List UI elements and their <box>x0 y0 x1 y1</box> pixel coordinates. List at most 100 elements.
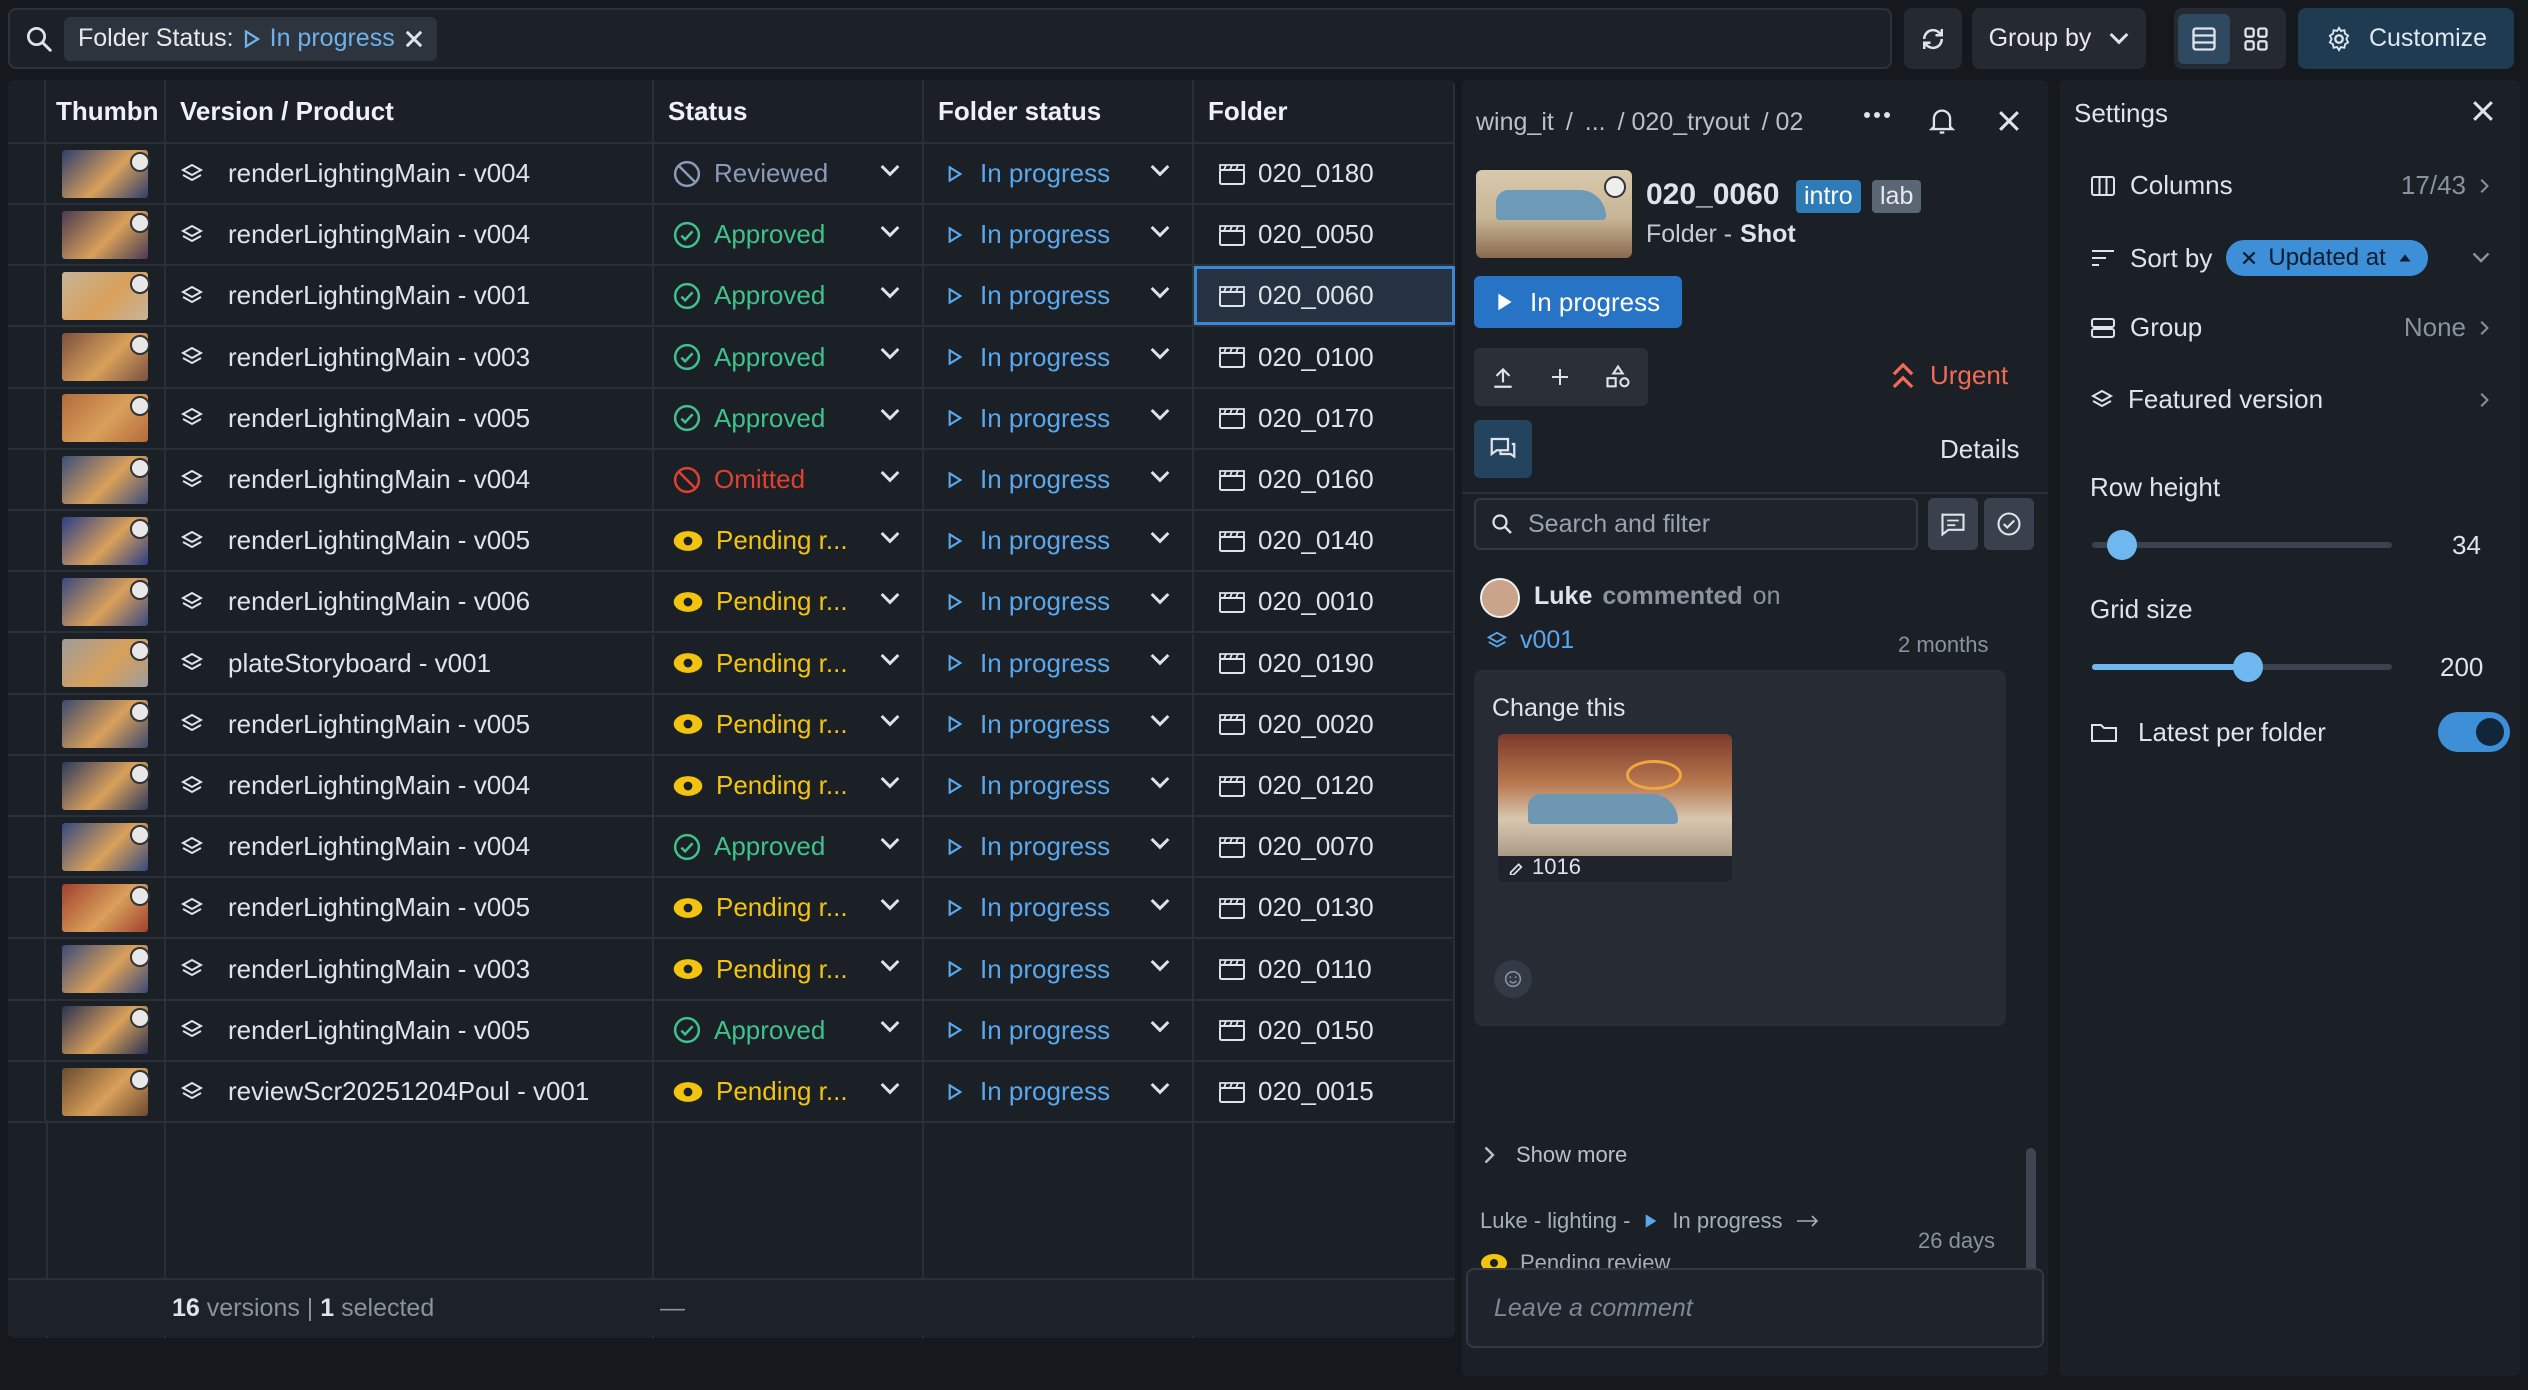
play-icon[interactable] <box>1604 176 1626 198</box>
version-thumbnail[interactable] <box>62 394 150 443</box>
version-cell[interactable]: renderLightingMain - v004 <box>166 144 654 203</box>
breadcrumb-folder[interactable]: / 020_tryout <box>1618 108 1750 137</box>
folder-cell[interactable]: 020_0050 <box>1194 205 1455 265</box>
table-row[interactable]: renderLightingMain - v003 Pending r... In … <box>8 939 1455 1001</box>
status-button[interactable]: In progress <box>1474 276 1682 328</box>
version-cell[interactable]: renderLightingMain - v005 <box>166 878 654 938</box>
chevron-down-icon[interactable] <box>880 347 900 361</box>
close-icon[interactable] <box>2472 100 2494 122</box>
comment-version-link[interactable]: v001 <box>1486 626 1574 655</box>
bell-icon[interactable] <box>1928 106 1956 136</box>
sort-setting[interactable]: Sort by Updated at <box>2090 240 2490 276</box>
folder-cell[interactable]: 020_0100 <box>1194 327 1455 387</box>
row-handle[interactable] <box>8 388 46 448</box>
play-icon[interactable] <box>130 212 150 233</box>
folder-cell[interactable]: 020_0190 <box>1194 633 1455 693</box>
chevron-down-icon[interactable] <box>1150 898 1170 912</box>
comment-attachment[interactable]: 1016 <box>1498 734 1732 882</box>
folder-cell[interactable]: 020_0130 <box>1194 878 1455 938</box>
version-thumbnail[interactable] <box>62 210 150 259</box>
status-cell[interactable]: Pending r... <box>654 1062 924 1121</box>
thumbnail-cell[interactable] <box>46 1062 166 1121</box>
folder-status-cell[interactable]: In progress <box>924 878 1194 938</box>
play-icon[interactable] <box>130 273 150 294</box>
plus-icon[interactable] <box>1548 365 1572 389</box>
table-row[interactable]: renderLightingMain - v005 Pending r... In … <box>8 694 1455 756</box>
shapes-icon[interactable] <box>1604 363 1632 391</box>
show-more[interactable]: Show more <box>1484 1142 1627 1168</box>
table-row[interactable]: renderLightingMain - v004 Approved In prog… <box>8 817 1455 879</box>
status-cell[interactable]: Approved <box>654 205 924 265</box>
chevron-down-icon[interactable] <box>880 959 900 973</box>
version-cell[interactable]: reviewScr20251204Poul - v001 <box>166 1062 654 1121</box>
folder-status-cell[interactable]: In progress <box>924 388 1194 448</box>
chevron-down-icon[interactable] <box>880 653 900 667</box>
more-icon[interactable] <box>1862 110 1892 120</box>
version-thumbnail[interactable] <box>62 883 150 932</box>
breadcrumb-shot[interactable]: / 02 <box>1762 108 1804 137</box>
chevron-down-icon[interactable] <box>1150 1020 1170 1034</box>
chevron-down-icon[interactable] <box>1150 164 1170 178</box>
breadcrumb-ellipsis[interactable]: ... <box>1585 108 1606 137</box>
row-handle[interactable] <box>8 1000 46 1060</box>
play-icon[interactable] <box>130 396 150 417</box>
chevron-down-icon[interactable] <box>1150 408 1170 422</box>
version-cell[interactable]: renderLightingMain - v005 <box>166 694 654 754</box>
thumbnail-cell[interactable] <box>46 266 166 326</box>
folder-status-cell[interactable]: In progress <box>924 144 1194 203</box>
tag-lab[interactable]: lab <box>1872 180 1922 213</box>
chevron-down-icon[interactable] <box>1150 714 1170 728</box>
folder-status-cell[interactable]: In progress <box>924 1062 1194 1121</box>
version-cell[interactable]: renderLightingMain - v004 <box>166 756 654 815</box>
version-thumbnail[interactable] <box>62 149 150 198</box>
version-cell[interactable]: renderLightingMain - v005 <box>166 388 654 448</box>
row-handle[interactable] <box>8 266 46 326</box>
play-icon[interactable] <box>130 641 150 662</box>
play-icon[interactable] <box>130 335 150 356</box>
check-circle-icon[interactable] <box>1984 498 2034 550</box>
header-status[interactable]: Status <box>654 80 924 142</box>
status-cell[interactable]: Approved <box>654 1000 924 1060</box>
version-cell[interactable]: renderLightingMain - v005 <box>166 1000 654 1060</box>
play-icon[interactable] <box>130 702 150 723</box>
play-icon[interactable] <box>130 1008 150 1029</box>
version-thumbnail[interactable] <box>62 516 150 565</box>
version-thumbnail[interactable] <box>62 1067 150 1116</box>
table-row[interactable]: reviewScr20251204Poul - v001 Pending r...… <box>8 1062 1455 1123</box>
table-row[interactable]: renderLightingMain - v004 Pending r... In … <box>8 756 1455 817</box>
chevron-down-icon[interactable] <box>1150 1082 1170 1096</box>
chevron-down-icon[interactable] <box>1150 959 1170 973</box>
thumbnail-cell[interactable] <box>46 388 166 448</box>
version-cell[interactable]: renderLightingMain - v001 <box>166 266 654 326</box>
status-cell[interactable]: Reviewed <box>654 144 924 203</box>
chevron-down-icon[interactable] <box>1150 776 1170 790</box>
table-row[interactable]: renderLightingMain - v003 Approved In prog… <box>8 327 1455 389</box>
play-icon[interactable] <box>130 824 150 845</box>
row-handle[interactable] <box>8 572 46 632</box>
tab-details[interactable]: Details <box>1940 434 2019 465</box>
status-cell[interactable]: Pending r... <box>654 633 924 693</box>
folder-status-cell[interactable]: In progress <box>924 327 1194 387</box>
folder-cell[interactable]: 020_0180 <box>1194 144 1455 203</box>
version-cell[interactable]: renderLightingMain - v004 <box>166 205 654 265</box>
thumbnail-cell[interactable] <box>46 450 166 509</box>
tag-intro[interactable]: intro <box>1796 180 1861 213</box>
status-cell[interactable]: Approved <box>654 388 924 448</box>
row-handle[interactable] <box>8 633 46 693</box>
play-icon[interactable] <box>130 151 150 172</box>
thumbnail-cell[interactable] <box>46 817 166 877</box>
table-row[interactable]: renderLightingMain - v005 Approved In prog… <box>8 388 1455 450</box>
table-row[interactable]: renderLightingMain - v006 Pending r... In … <box>8 572 1455 634</box>
chevron-down-icon[interactable] <box>880 286 900 300</box>
chevron-down-icon[interactable] <box>1150 347 1170 361</box>
header-version[interactable]: Version / Product <box>166 80 654 142</box>
chevron-down-icon[interactable] <box>1150 470 1170 484</box>
upload-icon[interactable] <box>1490 364 1516 390</box>
thumbnail-cell[interactable] <box>46 878 166 938</box>
version-thumbnail[interactable] <box>62 761 150 810</box>
customize-button[interactable]: Customize <box>2298 8 2514 69</box>
latest-toggle[interactable] <box>2438 712 2510 752</box>
play-icon[interactable] <box>130 947 150 968</box>
chevron-down-icon[interactable] <box>880 898 900 912</box>
grid-size-knob[interactable] <box>2233 652 2263 682</box>
